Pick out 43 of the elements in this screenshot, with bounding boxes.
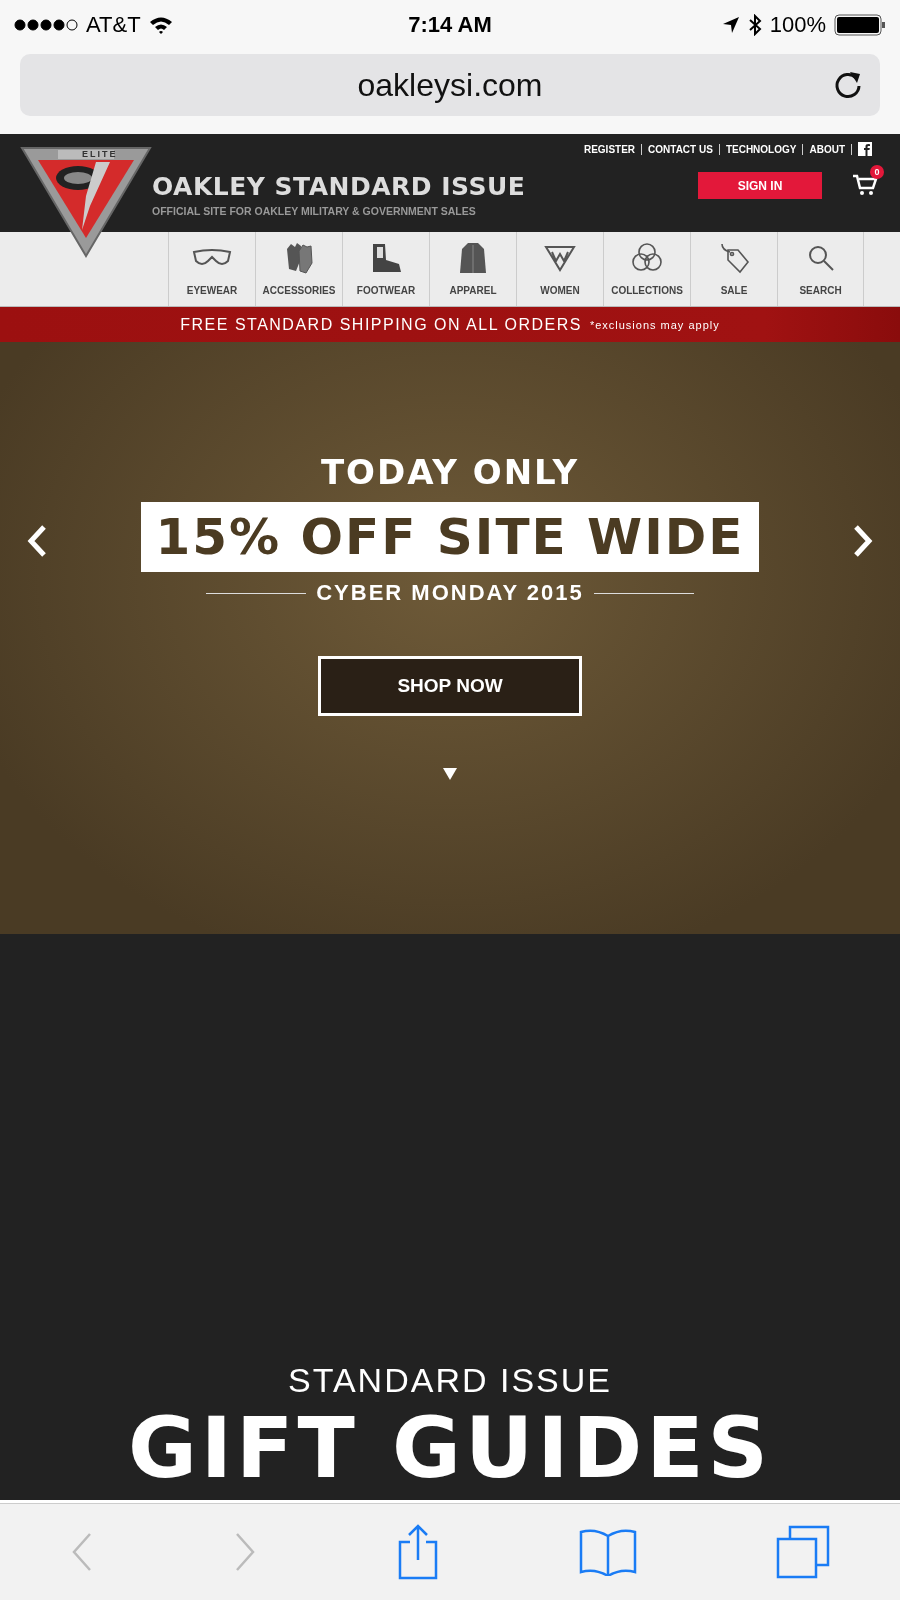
header-link[interactable]: CONTACT US: [642, 143, 720, 155]
shop-now-button[interactable]: SHOP NOW: [318, 656, 582, 716]
nav-item[interactable]: APPAREL: [429, 232, 516, 306]
triangle-w-icon: [544, 244, 576, 272]
shipping-note: *exclusions may apply: [589, 318, 720, 331]
clock-time: 7:14 AM: [408, 12, 492, 38]
battery-percent: 100%: [769, 12, 826, 38]
carrier-name: AT&T: [86, 12, 141, 38]
nav-item[interactable]: COLLECTIONS: [603, 232, 690, 306]
location-arrow-icon: [721, 16, 740, 34]
bookmarks-icon[interactable]: [579, 1528, 638, 1576]
hero-headline: 15% OFF SITE WIDE: [141, 502, 759, 572]
signal-icon: [14, 19, 78, 31]
gift-title: GIFT GUIDES: [127, 1406, 773, 1490]
nav-item[interactable]: WOMEN: [516, 232, 603, 306]
logo-label: ELITE: [82, 149, 118, 159]
tag-icon: [718, 242, 750, 274]
jacket-icon: [459, 241, 487, 275]
circles-icon: [630, 242, 664, 274]
hero-event: CYBER MONDAY 2015: [316, 580, 584, 606]
nav-item[interactable]: SEARCH: [777, 232, 864, 306]
nav-item[interactable]: SALE: [690, 232, 777, 306]
header-link[interactable]: TECHNOLOGY: [719, 143, 804, 155]
header-link[interactable]: REGISTER: [577, 143, 643, 155]
shipping-banner-text: FREE STANDARD SHIPPING ON ALL ORDERS: [180, 315, 582, 334]
cart-count: 0: [870, 164, 884, 179]
gift-kicker: STANDARD ISSUE: [288, 1361, 612, 1400]
nav-item[interactable]: ACCESSORIES: [255, 232, 342, 306]
site-subtitle: OFFICIAL SITE FOR OAKLEY MILITARY & GOVERNMENT SALES: [152, 205, 477, 217]
header-link[interactable]: ABOUT: [803, 143, 852, 155]
down-triangle-icon[interactable]: [443, 768, 457, 780]
tabs-icon[interactable]: [776, 1525, 831, 1579]
nav-item[interactable]: FOOTWEAR: [342, 232, 429, 306]
battery-icon: [834, 14, 886, 36]
site-title: OAKLEY STANDARD ISSUE: [152, 172, 526, 201]
sign-in-button[interactable]: SIGN IN: [698, 172, 822, 199]
nav-item[interactable]: EYEWEAR: [168, 232, 255, 306]
facebook-icon[interactable]: [858, 142, 872, 156]
bluetooth-icon: [747, 14, 762, 36]
wifi-icon: [148, 16, 173, 34]
address-bar[interactable]: oakleysi.com: [20, 54, 880, 116]
search-icon: [806, 244, 835, 272]
hero-kicker: TODAY ONLY: [320, 452, 580, 492]
